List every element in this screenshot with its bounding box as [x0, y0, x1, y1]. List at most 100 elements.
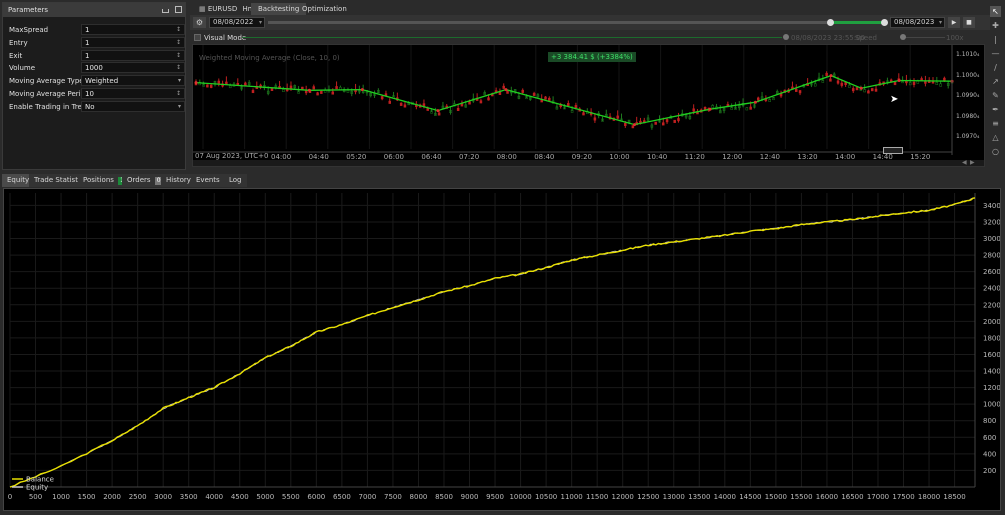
chart-scrollbar[interactable] [193, 160, 984, 166]
drawing-tools: ↖ ✚ ❘ — ∕ ↗ ✎ ✒ ≡ △ ○ [989, 4, 1003, 157]
stepper-arrows-icon[interactable]: ↕ [176, 51, 181, 61]
x-tick-label: 15500 [790, 493, 812, 501]
x-tick-label: 500 [29, 493, 42, 501]
y-tick-label: 600 [983, 434, 996, 442]
x-tick-label: 9500 [486, 493, 504, 501]
tab-events[interactable]: Events [191, 174, 225, 187]
date-range-track[interactable] [268, 21, 886, 24]
parameter-stepper[interactable]: 1000 ↕ [81, 62, 185, 74]
x-tick-label: 2500 [129, 493, 147, 501]
price-tick-label: 1.0980₄ [956, 112, 980, 120]
x-tick-label: 7500 [384, 493, 402, 501]
candle [244, 82, 247, 86]
range-end-handle[interactable] [881, 19, 888, 26]
parameter-stepper[interactable]: 1 ↕ [81, 36, 185, 48]
candle [532, 92, 536, 96]
crosshair-icon[interactable]: ✚ [990, 20, 1001, 31]
dropdown-arrow-icon[interactable]: ▾ [178, 102, 181, 112]
stepper-arrows-icon[interactable]: ↕ [176, 63, 181, 73]
range-start-handle[interactable] [827, 19, 834, 26]
parameter-stepper[interactable]: 1 ↕ [81, 49, 185, 61]
scroll-left-icon[interactable]: ◀ [962, 159, 967, 166]
speed-handle[interactable] [900, 34, 906, 40]
window-icon[interactable] [175, 6, 182, 13]
candle [939, 83, 942, 87]
candle [217, 80, 221, 84]
pen-icon[interactable]: ✒ [990, 104, 1001, 115]
scroll-right-icon[interactable]: ▶ [970, 159, 975, 166]
equity-chart[interactable]: 0 500 1000 1500 2000 2500 3000 3500 4000 4500 5000… [3, 188, 1001, 511]
x-tick-label: 15000 [765, 493, 787, 501]
series-line-balance [9, 197, 976, 488]
pointer-icon[interactable]: ↖ [990, 6, 1001, 17]
parameter-value: 1 [85, 51, 90, 60]
parameter-row: Moving Average Period 10 ↕ [7, 88, 185, 100]
end-date-picker[interactable]: 08/08/2023 ▾ [890, 17, 945, 28]
parameters-header: Parameters [3, 3, 185, 17]
stop-icon[interactable]: ■ [963, 17, 975, 28]
visual-mode-label: Visual Mode [204, 34, 247, 42]
candle [320, 90, 323, 94]
visual-mode-checkbox[interactable] [194, 34, 201, 41]
speed-track[interactable] [900, 37, 945, 38]
parameter-stepper[interactable]: 1 ↕ [81, 24, 185, 35]
candle [289, 85, 293, 89]
candle [855, 87, 859, 91]
candle [593, 117, 597, 121]
x-tick-label: 0 [8, 493, 12, 501]
trade-marker [829, 74, 833, 78]
trade-marker [632, 123, 636, 127]
parameter-dropdown[interactable]: No ▾ [81, 100, 185, 112]
candle [624, 122, 627, 126]
candle [943, 77, 946, 81]
equity-chart-canvas[interactable]: 0 500 1000 1500 2000 2500 3000 3500 4000 4500 5000… [4, 189, 1000, 510]
candle [335, 86, 338, 90]
candle [574, 105, 578, 109]
tab-log[interactable]: Log [224, 174, 247, 187]
brush-icon[interactable]: ✎ [990, 90, 1001, 101]
stepper-arrows-icon[interactable]: ↕ [176, 25, 181, 35]
visual-progress-handle[interactable] [783, 34, 789, 40]
parameter-value: 1 [85, 26, 90, 34]
trade-marker [859, 86, 863, 90]
price-chart-canvas[interactable] [193, 45, 984, 166]
parameters-title: Parameters [8, 6, 49, 14]
speed-value: 100x [946, 34, 964, 42]
trade-marker [360, 88, 364, 92]
parameter-row: Volume 1000 ↕ [7, 62, 185, 74]
minimize-icon[interactable] [162, 9, 169, 13]
ellipse-icon[interactable]: ○ [990, 146, 1001, 157]
candle [206, 84, 209, 88]
price-chart[interactable]: Weighted Moving Average (Close, 10, 0) +… [192, 44, 985, 167]
candle [798, 90, 802, 94]
start-date-picker[interactable]: 08/08/2022 ▾ [209, 17, 265, 28]
horizontal-line-icon[interactable]: — [990, 48, 1001, 59]
x-tick-label: 8000 [410, 493, 428, 501]
trend-line-icon[interactable]: ∕ [990, 62, 1001, 73]
vertical-line-icon[interactable]: ❘ [990, 34, 1001, 45]
chart-tab-bar: ▦ EURUSD Hm5 Backtesting Optimization [190, 2, 990, 15]
play-icon[interactable]: ▶ [948, 17, 960, 28]
candle [456, 107, 460, 111]
candle [312, 86, 316, 90]
mouse-cursor-icon: ➤ [890, 94, 899, 105]
stepper-arrows-icon[interactable]: ↕ [176, 89, 181, 99]
parameter-row: Exit 1 ↕ [7, 49, 185, 62]
time-scroll-handle[interactable] [883, 147, 903, 154]
triangle-icon[interactable]: △ [990, 132, 1001, 143]
fibonacci-icon[interactable]: ≡ [990, 118, 1001, 129]
ray-icon[interactable]: ↗ [990, 76, 1001, 87]
x-tick-label: 1500 [78, 493, 96, 501]
gear-icon[interactable]: ⚙ [193, 17, 206, 28]
y-tick-label: 2000 [983, 318, 1000, 326]
parameter-stepper[interactable]: 10 ↕ [81, 88, 185, 99]
candle [270, 87, 274, 91]
parameter-row: Moving Average Type Weighted ▾ [7, 75, 185, 87]
tab-optimization[interactable]: Optimization [295, 3, 354, 15]
price-tick-label: 1.1010₄ [956, 51, 980, 58]
dropdown-arrow-icon[interactable]: ▾ [178, 76, 181, 86]
y-tick-label: 400 [983, 450, 996, 458]
stepper-arrows-icon[interactable]: ↕ [176, 38, 181, 48]
x-tick-label: 12500 [637, 493, 659, 501]
parameter-dropdown[interactable]: Weighted ▾ [81, 75, 185, 87]
